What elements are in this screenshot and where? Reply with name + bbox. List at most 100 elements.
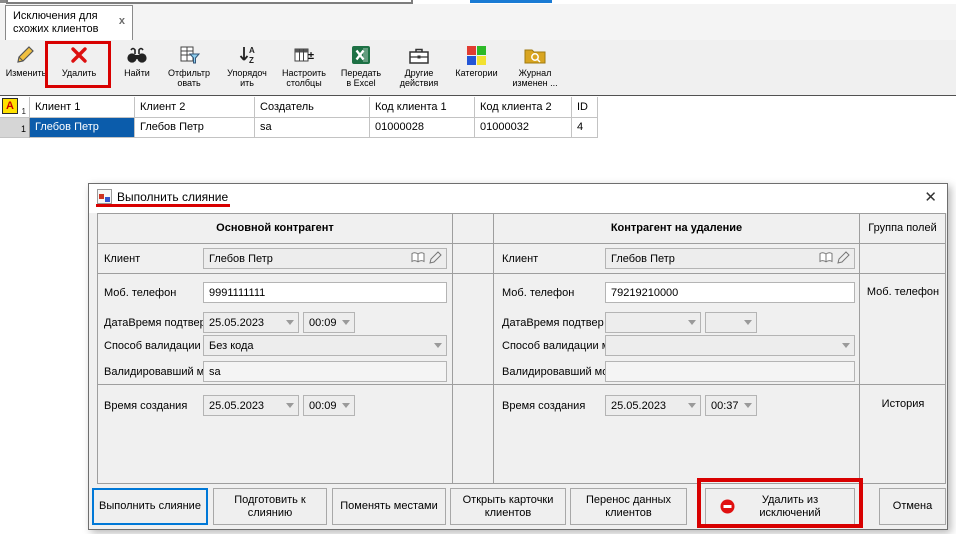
book-icon[interactable]: [411, 252, 425, 266]
form-icon: [97, 189, 112, 209]
column-header-code1[interactable]: Код клиента 1: [370, 97, 475, 118]
dropdown-arrow-icon[interactable]: [286, 403, 294, 408]
confirm-time-main[interactable]: 00:09: [303, 312, 355, 333]
group-label-phone: Моб. телефон: [860, 286, 946, 298]
column-header-id[interactable]: ID: [572, 97, 598, 118]
client-field-main[interactable]: Глебов Петр: [203, 248, 447, 269]
label-validator-main: Валидировавший мо: [104, 366, 210, 378]
column-header-code2[interactable]: Код клиента 2: [475, 97, 572, 118]
other-actions-button[interactable]: Другие действия: [391, 42, 447, 90]
change-log-button[interactable]: Журнал изменен ...: [506, 42, 564, 90]
find-label: Найти: [124, 68, 150, 78]
dropdown-arrow-icon[interactable]: [342, 403, 350, 408]
columns-label-2: столбцы: [282, 78, 326, 88]
label-confirm-secondary: ДатаВремя подтвер: [502, 317, 604, 329]
filter-button[interactable]: Отфильтр овать: [160, 42, 218, 90]
table-columns-icon: ±: [293, 42, 315, 68]
export-excel-button[interactable]: Передать в Excel: [334, 42, 388, 90]
open-cards-button[interactable]: Открыть карточки клиентов: [450, 488, 566, 525]
created-time-main[interactable]: 00:09: [303, 395, 355, 416]
label-created-main: Время создания: [104, 400, 187, 412]
columns-button[interactable]: ± Настроить столбцы: [276, 42, 332, 90]
filter-label-2: овать: [168, 78, 210, 88]
row-header[interactable]: 1: [0, 118, 30, 138]
validation-combo-main[interactable]: Без кода: [203, 335, 447, 356]
phone-field-secondary[interactable]: 79219210000: [605, 282, 855, 303]
tab-title-line1: Исключения для: [13, 10, 126, 23]
filter-icon: [179, 42, 200, 68]
dropdown-arrow-icon[interactable]: [744, 403, 752, 408]
validator-field-main[interactable]: sa: [203, 361, 447, 382]
confirm-date-secondary[interactable]: [605, 312, 701, 333]
grid-corner-number: 1: [22, 107, 26, 116]
dropdown-arrow-icon[interactable]: [688, 403, 696, 408]
cell-creator[interactable]: sa: [255, 118, 370, 138]
dropdown-arrow-icon[interactable]: [688, 320, 696, 325]
cell-id[interactable]: 4: [572, 118, 598, 138]
categories-label: Категории: [455, 68, 497, 78]
delete-label: Удалить: [62, 68, 96, 78]
merge-button[interactable]: Выполнить слияние: [92, 488, 208, 525]
column-header-client1[interactable]: Клиент 1: [30, 97, 135, 118]
validator-field-secondary[interactable]: [605, 361, 855, 382]
transfer-data-button[interactable]: Перенос данных клиентов: [570, 488, 687, 525]
excel-label-2: в Excel: [341, 78, 381, 88]
dropdown-arrow-icon[interactable]: [286, 320, 294, 325]
edit-label: Изменить: [6, 68, 47, 78]
sort-az-icon: AZ: [238, 42, 256, 68]
find-button[interactable]: Найти: [116, 42, 158, 90]
cell-code2[interactable]: 01000032: [475, 118, 572, 138]
cell-client1-selected[interactable]: Глебов Петр: [30, 118, 135, 138]
validation-combo-secondary[interactable]: [605, 335, 855, 356]
categories-icon: [467, 42, 486, 68]
categories-button[interactable]: Категории: [449, 42, 504, 90]
delete-button[interactable]: Удалить: [50, 42, 108, 90]
merge-table: Основной контрагент Контрагент на удален…: [97, 213, 946, 484]
pencil-icon: [15, 42, 37, 68]
cell-client2[interactable]: Глебов Петр: [135, 118, 255, 138]
column-header-client2[interactable]: Клиент 2: [135, 97, 255, 118]
dropdown-arrow-icon[interactable]: [744, 320, 752, 325]
remove-from-exceptions-button[interactable]: Удалить из исключений: [705, 488, 855, 525]
phone-group-separator-cell: [453, 274, 494, 385]
sort-button[interactable]: AZ Упорядоч ить: [221, 42, 273, 90]
created-time-secondary[interactable]: 00:37: [705, 395, 757, 416]
confirm-date-main[interactable]: 25.05.2023: [203, 312, 299, 333]
minus-circle-icon: [720, 499, 735, 514]
tab-close-icon[interactable]: x: [119, 15, 125, 28]
column-marker-icon: A: [2, 98, 18, 114]
created-date-value-main: 25.05.2023: [209, 400, 282, 412]
prepare-merge-button[interactable]: Подготовить к слиянию: [213, 488, 327, 525]
cancel-button[interactable]: Отмена: [879, 488, 946, 525]
created-date-secondary[interactable]: 25.05.2023: [605, 395, 701, 416]
client-field-secondary[interactable]: Глебов Петр: [605, 248, 855, 269]
cell-code1[interactable]: 01000028: [370, 118, 475, 138]
dialog-close-icon[interactable]: ✕: [924, 188, 937, 206]
actions-label-2: действия: [400, 78, 439, 88]
confirm-date-value-main: 25.05.2023: [209, 317, 282, 329]
client-value-secondary: Глебов Петр: [611, 253, 819, 265]
dropdown-arrow-icon[interactable]: [434, 343, 442, 348]
header-delete-counterparty: Контрагент на удаление: [494, 214, 860, 244]
tab-exceptions-similar-clients[interactable]: Исключения для схожих клиентов x: [5, 5, 133, 40]
label-created-secondary: Время создания: [502, 400, 585, 412]
app-window: Исключения для схожих клиентов x Изменит…: [0, 0, 956, 534]
history-separator-cell: [453, 385, 494, 484]
dropdown-arrow-icon[interactable]: [842, 343, 850, 348]
grid-corner-cell[interactable]: A 1: [0, 97, 30, 118]
created-date-main[interactable]: 25.05.2023: [203, 395, 299, 416]
confirm-time-secondary[interactable]: [705, 312, 757, 333]
label-phone-main: Моб. телефон: [104, 287, 176, 299]
filter-label-1: Отфильтр: [168, 68, 210, 78]
edit-button[interactable]: Изменить: [6, 42, 46, 90]
swap-button[interactable]: Поменять местами: [332, 488, 446, 525]
phone-field-main[interactable]: 9991111111: [203, 282, 447, 303]
edit-pencil-icon[interactable]: [837, 251, 850, 267]
book-icon[interactable]: [819, 252, 833, 266]
excel-label-1: Передать: [341, 68, 381, 78]
confirm-time-value-main: 00:09: [309, 317, 338, 329]
column-header-creator[interactable]: Создатель: [255, 97, 370, 118]
edit-pencil-icon[interactable]: [429, 251, 442, 267]
client-value-main: Глебов Петр: [209, 253, 411, 265]
dropdown-arrow-icon[interactable]: [342, 320, 350, 325]
